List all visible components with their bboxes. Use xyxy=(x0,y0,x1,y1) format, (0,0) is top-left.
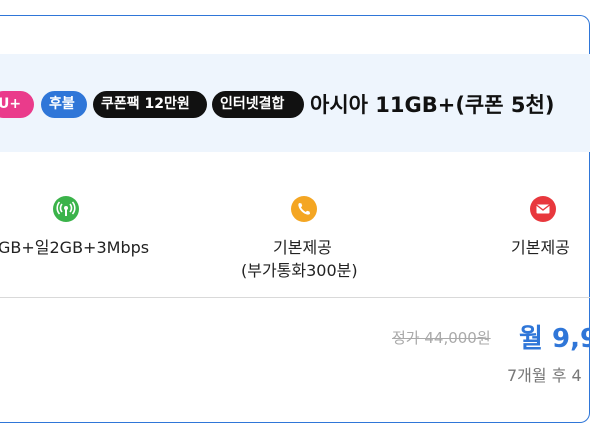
data-feature-text: GB+일2GB+3Mbps xyxy=(0,238,150,257)
original-price: 정가 44,000원 xyxy=(392,329,491,347)
divider xyxy=(0,297,590,298)
call-feature-subtext: (부가통화300분) xyxy=(241,261,358,280)
plan-title[interactable]: 아시아 11GB+(쿠폰 5천) xyxy=(310,89,554,119)
bundle-tag: 인터넷결합 xyxy=(212,91,304,118)
sms-feature-text: 기본제공 xyxy=(511,238,570,257)
mail-icon xyxy=(530,196,556,222)
monthly-price: 월 9,9 xyxy=(519,324,590,354)
price-after-discount: 7개월 후 4 xyxy=(507,366,582,385)
payment-tag: 후불 xyxy=(41,91,87,118)
antenna-icon xyxy=(53,196,79,222)
call-feature-text: 기본제공 xyxy=(273,238,332,257)
phone-icon xyxy=(291,196,317,222)
carrier-tag: U+ xyxy=(0,91,34,118)
coupon-tag: 쿠폰팩 12만원 xyxy=(93,91,207,118)
